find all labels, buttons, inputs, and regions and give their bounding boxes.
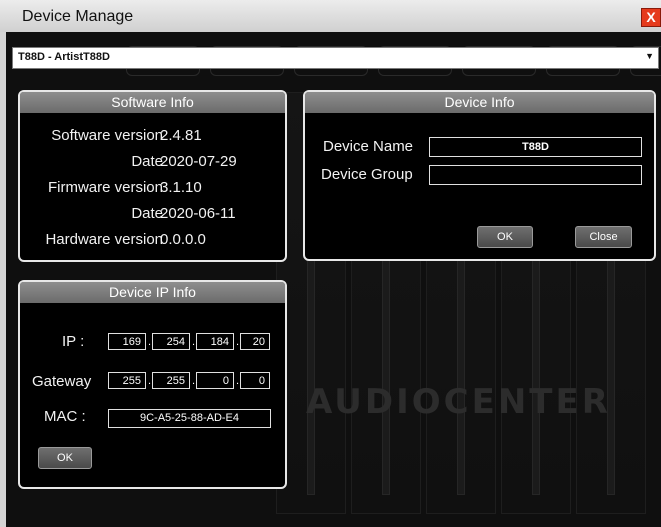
device-ip-info-title: Device IP Info [20, 282, 285, 303]
hardware-version-row: Hardware version 0.0.0.0 [20, 231, 280, 251]
row-value: 0.0.0.0 [160, 231, 206, 248]
device-name-field[interactable]: T88D [429, 137, 642, 157]
gateway-dot: . [236, 375, 240, 387]
ip-octet-1[interactable]: 169 [108, 333, 146, 350]
row-value: 2020-06-11 [160, 205, 236, 222]
gateway-octet-1[interactable]: 255 [108, 372, 146, 389]
gateway-octet-3[interactable]: 0 [196, 372, 234, 389]
chevron-down-icon[interactable]: ▼ [645, 51, 654, 61]
ip-octet-2[interactable]: 254 [152, 333, 190, 350]
row-value: 3.1.10 [160, 179, 202, 196]
device-manage-window: Device Manage X OUT 1 OUT 2 OUT 3 OUT 4 … [0, 0, 661, 527]
mac-field[interactable]: 9C-A5-25-88-AD-E4 [108, 409, 271, 428]
ip-dot: . [236, 336, 240, 348]
device-info-close-button[interactable]: Close [575, 226, 632, 248]
row-label: Firmware version [47, 179, 163, 196]
firmware-version-row: Firmware version 3.1.10 [20, 179, 280, 199]
device-select[interactable]: T88D - ArtistT88D ▼ [12, 47, 659, 69]
title-bar[interactable]: Device Manage X [0, 0, 661, 32]
ip-dot: . [192, 336, 196, 348]
device-group-label: Device Group [321, 166, 413, 183]
gateway-octet-2[interactable]: 255 [152, 372, 190, 389]
brand-logo: AUDIOCENTER [306, 382, 611, 422]
row-label: Hardware version [45, 231, 163, 248]
gateway-octet-4[interactable]: 0 [240, 372, 270, 389]
close-icon[interactable]: X [641, 8, 661, 27]
gateway-dot: . [192, 375, 196, 387]
device-group-field[interactable] [429, 165, 642, 185]
software-date-row: Date 2020-07-29 [20, 153, 280, 173]
software-info-panel: Software Info Software version 2.4.81 Da… [18, 90, 287, 262]
window-title: Device Manage [22, 8, 134, 25]
ip-octet-4[interactable]: 20 [240, 333, 270, 350]
device-info-title: Device Info [305, 92, 654, 113]
firmware-date-row: Date 2020-06-11 [20, 205, 280, 225]
device-ip-info-panel: Device IP Info IP : 169 . 254 . 184 . 20… [18, 280, 287, 489]
ip-info-ok-button[interactable]: OK [38, 447, 92, 469]
ip-dot: . [148, 336, 152, 348]
device-select-value: T88D - ArtistT88D [18, 51, 110, 63]
device-name-label: Device Name [323, 138, 414, 155]
mac-label: MAC : [44, 408, 86, 425]
row-label: Date [131, 205, 163, 222]
device-info-panel: Device Info Device Name T88D Device Grou… [303, 90, 656, 261]
ip-label: IP : [62, 333, 85, 350]
gateway-dot: . [148, 375, 152, 387]
gateway-label: Gateway [32, 373, 92, 390]
row-value: 2020-07-29 [160, 153, 237, 170]
device-info-ok-button[interactable]: OK [477, 226, 533, 248]
row-value: 2.4.81 [160, 127, 202, 144]
row-label: Date [131, 153, 163, 170]
ip-octet-3[interactable]: 184 [196, 333, 234, 350]
row-label: Software version [51, 127, 163, 144]
software-info-title: Software Info [20, 92, 285, 113]
software-version-row: Software version 2.4.81 [20, 127, 280, 147]
